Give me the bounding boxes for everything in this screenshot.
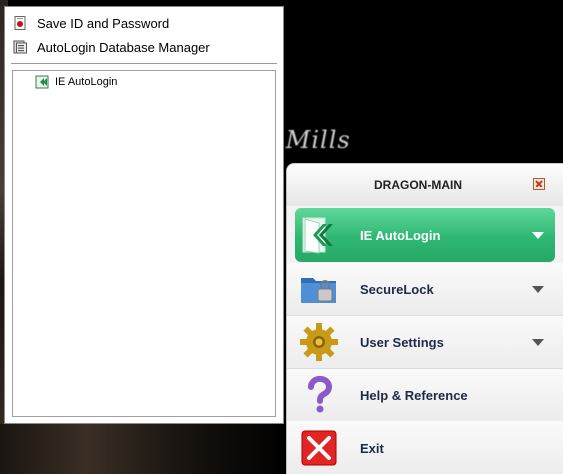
nav-user-settings[interactable]: User Settings	[287, 316, 563, 369]
gear-icon	[299, 322, 339, 362]
nav-exit[interactable]: Exit	[287, 421, 563, 474]
nav-label: SecureLock	[360, 281, 434, 297]
folder-lock-icon	[299, 269, 339, 309]
ie-autologin-icon	[35, 75, 49, 89]
question-mark-icon	[299, 375, 339, 415]
chevron-down-icon[interactable]	[532, 285, 544, 293]
nav-label: IE AutoLogin	[360, 227, 441, 243]
nav-label: Help & Reference	[360, 387, 468, 403]
desktop-background-bottom	[0, 424, 290, 474]
database-icon	[13, 40, 27, 54]
autologin-tree[interactable]: IE AutoLogin	[12, 70, 276, 417]
close-icon[interactable]	[533, 178, 545, 190]
exit-x-icon	[299, 428, 339, 468]
menu-item-save-id-password[interactable]: Save ID and Password	[5, 12, 283, 34]
tree-item-ie-autologin[interactable]: IE AutoLogin	[35, 75, 117, 89]
tree-item-label: IE AutoLogin	[55, 76, 118, 88]
nav-label: Exit	[360, 440, 384, 456]
chevron-down-icon[interactable]	[532, 231, 544, 239]
chevron-down-icon[interactable]	[532, 338, 544, 346]
menu-item-label: AutoLogin Database Manager	[37, 39, 210, 55]
panel-header: DRAGON-MAIN	[287, 164, 563, 206]
panel-title: DRAGON-MAIN	[374, 178, 462, 192]
menu-item-database-manager[interactable]: AutoLogin Database Manager	[5, 36, 283, 58]
save-record-icon	[13, 16, 27, 30]
nav-label: User Settings	[360, 334, 444, 350]
popup-menu: Save ID and Password AutoLogin Database …	[4, 6, 284, 424]
menu-separator	[11, 63, 277, 64]
menu-item-label: Save ID and Password	[37, 15, 170, 31]
nav-help-reference[interactable]: Help & Reference	[287, 369, 563, 422]
nav-ie-autologin[interactable]: IE AutoLogin	[295, 208, 555, 262]
ie-autologin-door-icon	[299, 215, 339, 255]
nav-securelock[interactable]: SecureLock	[287, 263, 563, 316]
dragon-main-panel: DRAGON-MAIN IE AutoLogin SecureLock User…	[286, 163, 563, 474]
